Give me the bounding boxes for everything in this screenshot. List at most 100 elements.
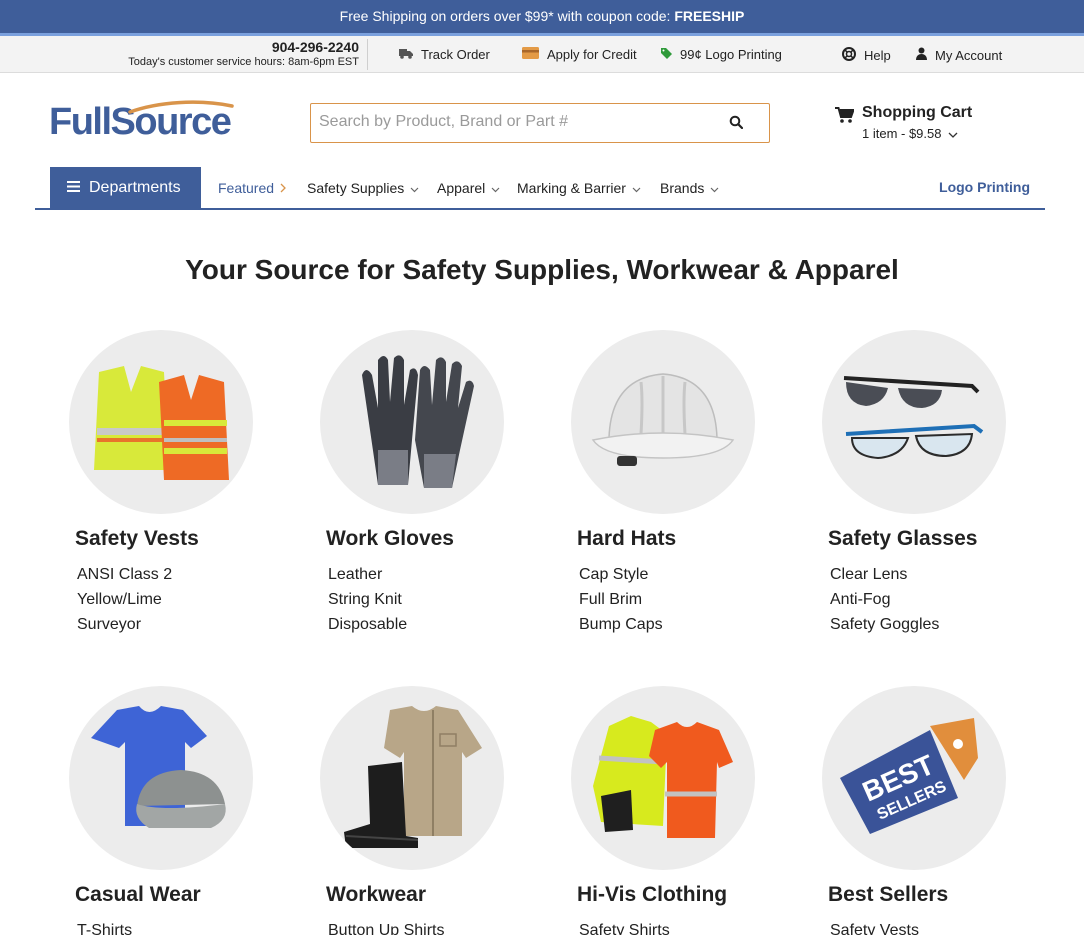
best-sellers-image[interactable]: BEST SELLERS	[822, 686, 1006, 870]
service-hours: Today's customer service hours: 8am-6pm …	[128, 56, 359, 68]
chevron-right-icon	[280, 180, 286, 196]
nav-marking-barrier-label: Marking & Barrier	[517, 180, 626, 196]
category-link[interactable]: Safety Goggles	[830, 612, 1042, 637]
site-header: FullSource Shopping Cart 1 item - $9.58	[0, 73, 1084, 168]
safety-glasses-image[interactable]	[822, 330, 1006, 514]
category-title[interactable]: Safety Glasses	[822, 527, 1042, 551]
logo-printing-label: 99¢ Logo Printing	[680, 47, 782, 62]
nav-marking-barrier[interactable]: Marking & Barrier	[517, 180, 641, 196]
help-link[interactable]: Help	[842, 47, 891, 64]
category-links: ANSI Class 2 Yellow/Lime Surveyor	[69, 562, 289, 637]
promo-bar: Free Shipping on orders over $99* with c…	[0, 0, 1084, 36]
category-link[interactable]: Safety Shirts	[579, 918, 791, 935]
promo-text: Free Shipping on orders over $99* with c…	[339, 8, 675, 24]
category-link[interactable]: Bump Caps	[579, 612, 791, 637]
nav-featured-label: Featured	[218, 180, 275, 196]
menu-icon	[67, 179, 80, 197]
nav-brands-label: Brands	[660, 180, 705, 196]
category-link[interactable]: Button Up Shirts	[328, 918, 540, 935]
work-gloves-icon	[362, 355, 474, 488]
category-links: Safety Shirts	[571, 918, 791, 935]
category-title[interactable]: Work Gloves	[320, 527, 540, 551]
category-title[interactable]: Safety Vests	[69, 527, 289, 551]
category-safety-glasses: Safety Glasses Clear Lens Anti-Fog Safet…	[822, 330, 1042, 637]
my-account-label: My Account	[935, 47, 1003, 63]
category-title[interactable]: Casual Wear	[69, 883, 289, 907]
category-hi-vis-clothing: Hi-Vis Clothing Safety Shirts	[571, 686, 791, 935]
category-link[interactable]: Leather	[328, 562, 540, 587]
apply-credit-link[interactable]: Apply for Credit	[522, 47, 637, 62]
category-title[interactable]: Hard Hats	[571, 527, 791, 551]
hard-hats-image[interactable]	[571, 330, 755, 514]
category-title[interactable]: Best Sellers	[822, 883, 1042, 907]
category-links: Button Up Shirts	[320, 918, 540, 935]
safety-vests-image[interactable]	[69, 330, 253, 514]
nav-apparel-label: Apparel	[437, 180, 486, 196]
search-icon[interactable]	[729, 115, 745, 131]
hi-vis-clothing-image[interactable]	[571, 686, 755, 870]
user-icon	[916, 47, 927, 63]
category-link[interactable]: Disposable	[328, 612, 540, 637]
category-link[interactable]: Cap Style	[579, 562, 791, 587]
work-shirt-boot-icon	[344, 706, 482, 848]
category-link[interactable]: Full Brim	[579, 587, 791, 612]
work-gloves-image[interactable]	[320, 330, 504, 514]
chevron-down-icon	[632, 180, 641, 196]
category-link[interactable]: ANSI Class 2	[77, 562, 289, 587]
search-input[interactable]	[311, 104, 711, 140]
hard-hat-icon	[591, 373, 735, 466]
category-link[interactable]: T-Shirts	[77, 918, 289, 935]
my-account-link[interactable]: My Account	[916, 47, 1002, 63]
category-link[interactable]: Anti-Fog	[830, 587, 1042, 612]
hero-title: Your Source for Safety Supplies, Workwea…	[185, 254, 899, 285]
cart-icon	[835, 107, 855, 129]
cart-summary-row: 1 item - $9.58	[862, 126, 958, 141]
category-title[interactable]: Hi-Vis Clothing	[571, 883, 791, 907]
apply-credit-label: Apply for Credit	[547, 47, 637, 62]
category-link[interactable]: Yellow/Lime	[77, 587, 289, 612]
nav-brands[interactable]: Brands	[660, 180, 719, 196]
nav-safety-supplies[interactable]: Safety Supplies	[307, 180, 419, 196]
category-links: Clear Lens Anti-Fog Safety Goggles	[822, 562, 1042, 637]
credit-card-icon	[522, 47, 539, 62]
hi-vis-jacket-icon	[593, 716, 733, 838]
nav-logo-printing[interactable]: Logo Printing	[939, 179, 1030, 195]
lifebuoy-icon	[842, 47, 856, 64]
chevron-down-icon	[491, 180, 500, 196]
track-order-link[interactable]: Track Order	[399, 47, 490, 62]
nav-featured[interactable]: Featured	[218, 180, 286, 196]
t-shirt-cap-icon	[91, 706, 226, 828]
category-link[interactable]: String Knit	[328, 587, 540, 612]
category-best-sellers: BEST SELLERS Best Sellers Safety Vests	[822, 686, 1042, 935]
nav-apparel[interactable]: Apparel	[437, 180, 500, 196]
tag-icon	[661, 47, 672, 62]
help-label: Help	[864, 48, 891, 63]
category-link[interactable]: Safety Vests	[830, 918, 1042, 935]
safety-glasses-icon	[843, 376, 984, 460]
casual-wear-image[interactable]	[69, 686, 253, 870]
departments-label: Departments	[89, 179, 181, 196]
cart-title: Shopping Cart	[862, 104, 973, 121]
track-order-label: Track Order	[421, 47, 490, 62]
category-hard-hats: Hard Hats Cap Style Full Brim Bump Caps	[571, 330, 791, 637]
main-nav: Departments Featured Safety Supplies App…	[35, 167, 1045, 210]
safety-vest-icon	[94, 366, 229, 480]
phone-number[interactable]: 904-296-2240	[128, 39, 359, 55]
category-links: Cap Style Full Brim Bump Caps	[571, 562, 791, 637]
workwear-image[interactable]	[320, 686, 504, 870]
category-workwear: Workwear Button Up Shirts	[320, 686, 540, 935]
nav-safety-supplies-label: Safety Supplies	[307, 180, 405, 196]
category-link[interactable]: Surveyor	[77, 612, 289, 637]
contact-block: 904-296-2240 Today's customer service ho…	[128, 39, 368, 70]
category-title[interactable]: Workwear	[320, 883, 540, 907]
category-safety-vests: Safety Vests ANSI Class 2 Yellow/Lime Su…	[69, 330, 289, 637]
search-box	[310, 103, 770, 143]
cart-summary: 1 item - $9.58	[862, 126, 942, 141]
category-links: Safety Vests	[822, 918, 1042, 935]
logo-printing-link[interactable]: 99¢ Logo Printing	[661, 47, 782, 62]
departments-button[interactable]: Departments	[50, 167, 201, 209]
chevron-down-icon	[948, 126, 958, 141]
chevron-down-icon	[410, 180, 419, 196]
logo-swoosh-icon	[128, 100, 234, 114]
category-link[interactable]: Clear Lens	[830, 562, 1042, 587]
